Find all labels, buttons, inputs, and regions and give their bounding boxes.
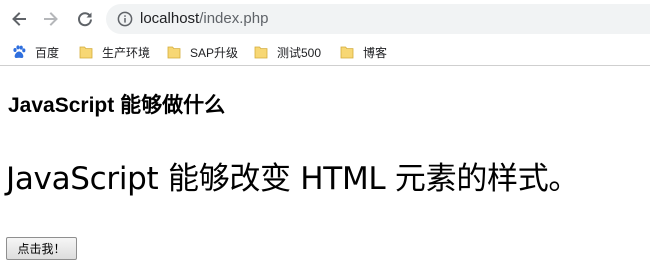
bookmark-folder-sap[interactable]: SAP升级 bbox=[166, 41, 238, 63]
reload-button[interactable] bbox=[72, 6, 98, 32]
arrow-right-icon bbox=[44, 12, 58, 26]
click-me-button[interactable]: 点击我！ bbox=[6, 237, 77, 260]
folder-icon bbox=[167, 46, 181, 59]
address-bar[interactable]: localhost/index.php bbox=[106, 4, 650, 34]
url-host: localhost bbox=[140, 10, 200, 27]
url-text[interactable]: localhost/index.php bbox=[140, 10, 268, 28]
back-button[interactable] bbox=[6, 6, 32, 32]
bookmark-label: 百度 bbox=[35, 45, 60, 60]
bookmark-folder-blog[interactable]: 博客 bbox=[339, 41, 387, 63]
page-heading: JavaScript 能够做什么 bbox=[8, 94, 226, 117]
folder-icon bbox=[79, 46, 93, 59]
bookmark-folder-production[interactable]: 生产环境 bbox=[78, 41, 150, 63]
folder-icon bbox=[340, 46, 354, 59]
info-icon[interactable] bbox=[117, 11, 133, 27]
bookmark-label: 测试500 bbox=[277, 45, 322, 60]
bookmark-label: 博客 bbox=[363, 45, 388, 60]
bookmark-label: SAP升级 bbox=[190, 45, 239, 60]
browser-toolbar: localhost/index.php bbox=[0, 0, 650, 38]
forward-button[interactable] bbox=[38, 6, 64, 32]
reload-icon bbox=[78, 12, 92, 27]
bookmarks-bar: 百度 生产环境 SAP升级 测试500 博客 bbox=[0, 38, 650, 66]
arrow-left-icon bbox=[12, 12, 26, 26]
bookmark-baidu[interactable]: 百度 bbox=[11, 41, 59, 63]
bookmark-folder-test500[interactable]: 测试500 bbox=[253, 41, 321, 63]
url-path: /index.php bbox=[199, 10, 269, 27]
bookmark-label: 生产环境 bbox=[102, 45, 151, 60]
folder-icon bbox=[254, 46, 268, 59]
baidu-paw-icon bbox=[13, 45, 26, 59]
demo-paragraph: JavaScript 能够改变 HTML 元素的样式。 bbox=[6, 161, 580, 197]
